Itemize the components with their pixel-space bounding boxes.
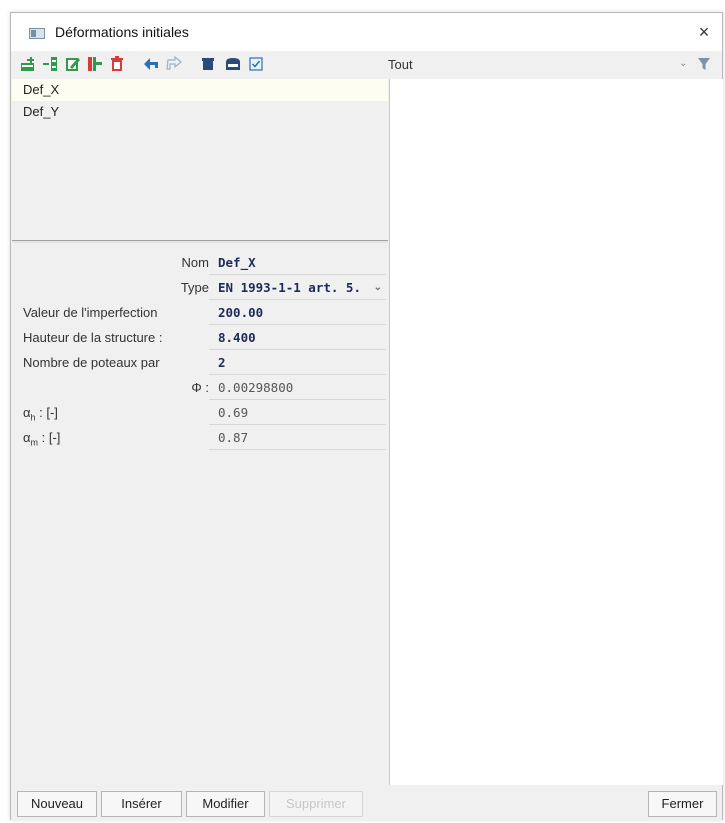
modifier-button[interactable]: Modifier [186,791,265,817]
item-list: Def_X Def_Y [12,79,388,240]
list-item[interactable]: Def_X [12,79,388,101]
close-button[interactable]: × [690,18,718,46]
hauteur-field[interactable]: 8.400 [209,327,386,350]
prop-row-valeur: Valeur de l'imperfection 200.00 [12,302,388,325]
prop-label: Φ : [191,380,209,395]
alpha-symbol: α [23,430,31,445]
check-icon[interactable] [247,55,265,73]
app-icon [29,28,45,39]
button-bar: Nouveau Insérer Modifier Supprimer Ferme… [11,788,722,820]
prop-label: Nom [181,255,209,270]
undo-icon[interactable] [142,55,160,73]
chevron-down-icon[interactable]: ⌄ [679,58,687,69]
dialog-window: Déformations initiales × Tout ⌄ Def_X De… [10,12,723,820]
insert-icon[interactable] [42,55,60,73]
alpha-unit: : [-] [38,430,61,445]
preview-panel [389,79,723,785]
prop-label: Valeur de l'imperfection [23,305,158,320]
edit-icon[interactable] [64,55,82,73]
fermer-button[interactable]: Fermer [648,791,717,817]
alpha-unit: : [-] [35,405,58,420]
chevron-down-icon[interactable]: ⌄ [374,277,382,299]
inserer-button[interactable]: Insérer [101,791,182,817]
redo-icon[interactable] [165,55,183,73]
nom-field[interactable]: Def_X [209,252,386,275]
funnel-icon[interactable] [697,57,711,74]
prop-row-type: Type EN 1993-1-1 art. 5. ⌄ [12,277,388,300]
prop-label: αm : [-] [23,430,60,448]
nombre-field[interactable]: 2 [209,352,386,375]
nouveau-button[interactable]: Nouveau [17,791,97,817]
valeur-field[interactable]: 200.00 [209,302,386,325]
toolbar: Tout ⌄ [11,51,722,78]
phi-value: 0.00298800 [209,377,386,400]
alpha-h-value: 0.69 [209,402,386,425]
prop-label: Type [180,280,209,295]
alpha-m-value: 0.87 [209,427,386,450]
type-value: EN 1993-1-1 art. 5. [218,280,361,295]
prop-row-alpha-m: αm : [-] 0.87 [12,427,388,450]
type-select[interactable]: EN 1993-1-1 art. 5. ⌄ [209,277,386,300]
alpha-subscript: m [30,437,39,448]
prop-row-nom: Nom Def_X [12,252,388,275]
copy-icon[interactable] [86,55,104,73]
table-icon[interactable] [199,55,217,73]
prop-row-alpha-h: αh : [-] 0.69 [12,402,388,425]
left-panel: Def_X Def_Y Nom Def_X Type EN 1993-1-1 a… [12,79,388,785]
prop-label: Nombre de poteaux par [23,355,160,370]
delete-icon[interactable] [108,55,126,73]
prop-label: Hauteur de la structure : [23,330,163,345]
prop-row-nombre: Nombre de poteaux par 2 [12,352,388,375]
prop-label: αh : [-] [23,405,58,423]
panel-splitter[interactable] [12,240,388,243]
save-icon[interactable] [224,55,242,73]
prop-row-hauteur: Hauteur de la structure : 8.400 [12,327,388,350]
prop-row-phi: Φ : 0.00298800 [12,377,388,400]
list-item[interactable]: Def_Y [12,101,388,123]
new-icon[interactable] [19,55,37,73]
alpha-symbol: α [23,405,31,420]
title-bar: Déformations initiales × [11,13,722,51]
supprimer-button: Supprimer [269,791,363,817]
window-title: Déformations initiales [55,24,189,40]
filter-select[interactable]: Tout [388,57,413,72]
